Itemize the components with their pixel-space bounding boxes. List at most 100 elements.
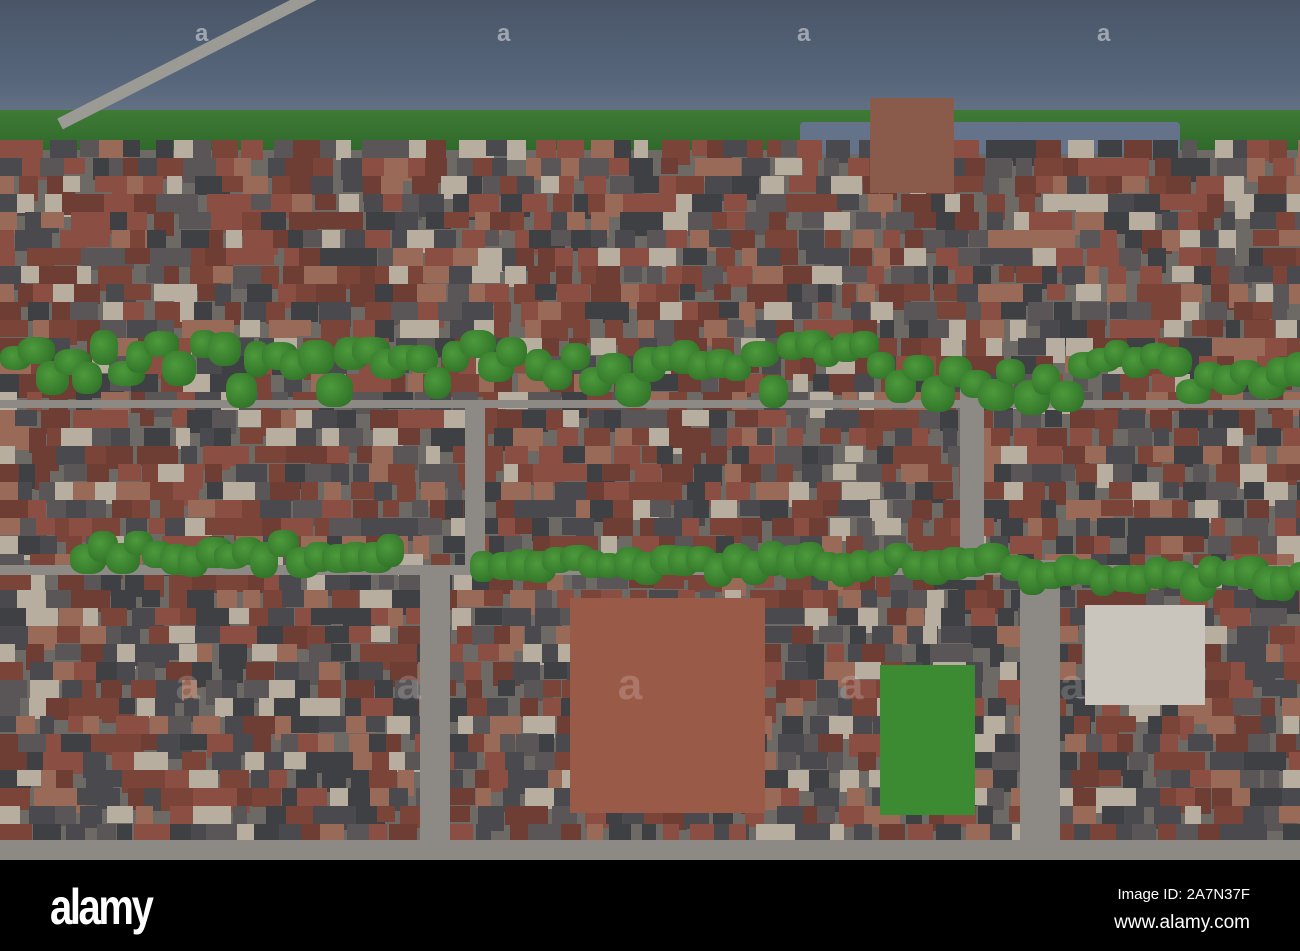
building xyxy=(27,302,50,322)
tree xyxy=(561,343,591,370)
building xyxy=(471,626,494,646)
building xyxy=(693,500,710,518)
building xyxy=(1180,302,1200,321)
building xyxy=(499,644,515,661)
building xyxy=(1019,194,1035,213)
building xyxy=(252,788,282,808)
building xyxy=(304,464,333,482)
building xyxy=(666,230,688,248)
building xyxy=(844,446,863,463)
building xyxy=(182,752,206,772)
building xyxy=(591,230,607,247)
building xyxy=(270,482,300,501)
building xyxy=(346,212,364,232)
building xyxy=(255,446,288,463)
building xyxy=(149,248,167,267)
building xyxy=(1212,410,1243,428)
building xyxy=(40,212,64,229)
building xyxy=(364,194,384,213)
building xyxy=(1256,428,1281,447)
building xyxy=(359,266,375,284)
building xyxy=(934,284,960,301)
building xyxy=(1181,140,1197,160)
building xyxy=(765,230,797,250)
building xyxy=(911,428,929,447)
building xyxy=(411,176,439,195)
building xyxy=(509,212,525,232)
building xyxy=(769,212,787,230)
building xyxy=(52,248,81,266)
building xyxy=(316,212,347,230)
tower-building xyxy=(870,98,954,193)
building xyxy=(204,518,236,535)
tree xyxy=(1284,352,1300,387)
building xyxy=(118,464,141,481)
building xyxy=(129,230,146,248)
building xyxy=(1078,158,1101,177)
building xyxy=(860,590,877,608)
building xyxy=(1295,158,1300,175)
building xyxy=(373,482,393,501)
building xyxy=(179,212,215,230)
building xyxy=(55,806,76,826)
building xyxy=(787,428,803,448)
building xyxy=(194,302,213,322)
building xyxy=(527,824,562,842)
building xyxy=(412,410,446,430)
building xyxy=(726,320,745,337)
building xyxy=(799,752,827,769)
building xyxy=(417,518,442,536)
building xyxy=(991,428,1011,447)
building xyxy=(444,212,469,229)
building xyxy=(624,266,642,283)
building xyxy=(527,266,551,285)
building xyxy=(453,752,477,770)
building xyxy=(239,320,261,337)
building xyxy=(882,230,900,248)
building xyxy=(521,194,548,213)
building xyxy=(126,212,148,231)
building xyxy=(1044,410,1063,427)
building xyxy=(242,716,276,734)
building xyxy=(1274,500,1297,520)
building xyxy=(723,140,749,157)
building xyxy=(1289,752,1300,770)
building xyxy=(240,428,263,445)
building xyxy=(370,626,390,643)
building xyxy=(837,194,859,211)
watermark: a xyxy=(1097,20,1111,47)
building xyxy=(315,194,336,211)
building xyxy=(1094,410,1122,430)
building xyxy=(1096,518,1125,538)
building xyxy=(517,176,535,194)
building xyxy=(619,518,634,536)
building xyxy=(186,590,214,609)
building xyxy=(1211,770,1242,789)
building xyxy=(603,482,630,502)
tree xyxy=(424,367,452,399)
building xyxy=(17,536,41,555)
building xyxy=(679,284,695,301)
building xyxy=(490,212,511,230)
building xyxy=(163,266,180,285)
building xyxy=(147,230,166,249)
building xyxy=(199,428,215,447)
building xyxy=(502,608,531,627)
building xyxy=(0,230,15,248)
building xyxy=(296,320,312,337)
building xyxy=(601,464,631,482)
building xyxy=(168,626,197,643)
building xyxy=(1283,770,1300,790)
building xyxy=(1054,302,1073,321)
building xyxy=(179,734,210,751)
building xyxy=(1118,716,1137,733)
tree xyxy=(1288,562,1300,591)
building xyxy=(217,590,238,608)
building xyxy=(1289,284,1300,304)
building xyxy=(1118,410,1145,430)
building xyxy=(484,230,500,247)
building xyxy=(205,464,223,483)
building xyxy=(17,590,46,609)
building xyxy=(940,626,973,643)
building xyxy=(731,230,756,250)
